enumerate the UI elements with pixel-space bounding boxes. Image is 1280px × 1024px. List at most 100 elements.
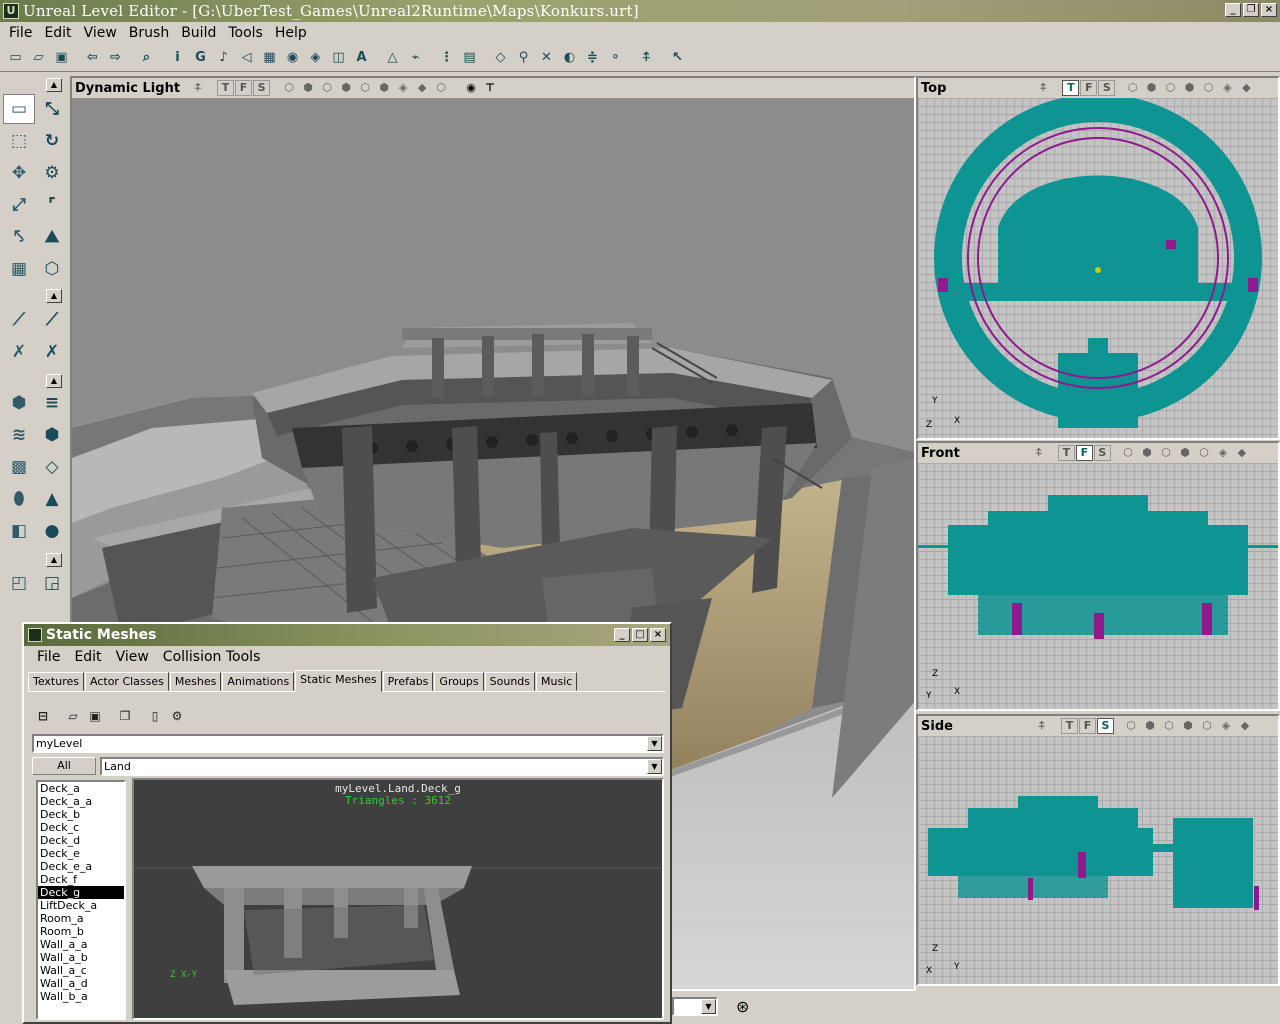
tab-animations[interactable]: Animations (222, 672, 295, 691)
view-lit-icon[interactable]: ⬢ (1176, 445, 1194, 461)
minimize-button[interactable]: _ (614, 628, 630, 642)
viewport-label[interactable]: Side (921, 719, 953, 734)
tab-music[interactable]: Music (536, 672, 578, 691)
list-item[interactable]: Wall_b_a (38, 990, 124, 1003)
side-grid[interactable]: Z X Y (918, 736, 1278, 984)
toggle-f-button[interactable]: F (1075, 445, 1093, 461)
group-combo[interactable]: Land ▼ (100, 757, 664, 776)
spiral-stair-icon[interactable]: ⬢ (36, 420, 68, 450)
save-icon[interactable]: ▣ (50, 47, 73, 69)
viewport-mode-label[interactable]: Dynamic Light (75, 81, 180, 96)
list-item[interactable]: LiftDeck_a (38, 899, 124, 912)
cube-icon[interactable]: ⬡ (36, 254, 68, 284)
menu-help[interactable]: Help (269, 25, 313, 41)
view-dynamic-icon[interactable]: ⬡ (1199, 80, 1217, 96)
cube-brush-icon[interactable]: ⬢ (3, 388, 35, 418)
group-browser-icon[interactable]: G (189, 47, 212, 69)
clip-icon[interactable]: ⟋ (3, 305, 35, 335)
cylinder-icon[interactable]: ⬮ (3, 484, 35, 514)
view-lit-icon[interactable]: ⬢ (1179, 718, 1197, 734)
pin-icon[interactable]: ⍏ (189, 80, 207, 96)
toggle-t-button[interactable]: T (1062, 80, 1080, 96)
mesh-list[interactable]: Deck_a Deck_a_a Deck_b Deck_c Deck_d Deck_e De… (36, 780, 126, 1020)
tab-meshes[interactable]: Meshes (169, 672, 222, 691)
package-combo[interactable]: myLevel ▼ (32, 734, 664, 753)
terrain-brush-icon[interactable]: ▩ (3, 452, 35, 482)
pin-icon[interactable]: ⍏ (1033, 718, 1051, 734)
pin-icon[interactable]: ⍏ (1030, 445, 1048, 461)
list-item[interactable]: Deck_b (38, 808, 124, 821)
scale-icon[interactable]: ⬚ (3, 126, 35, 156)
sphere-icon[interactable]: ● (36, 516, 68, 546)
stair-icon[interactable]: ≡ (36, 388, 68, 418)
tab-textures[interactable]: Textures (28, 672, 84, 691)
list-item[interactable]: Wall_a_a (38, 938, 124, 951)
music-icon[interactable]: ♪ (212, 47, 235, 69)
view-dynamic-icon[interactable]: ⬡ (356, 80, 374, 96)
toggle-f-button[interactable]: F (1078, 718, 1096, 734)
list-item[interactable]: Deck_d (38, 834, 124, 847)
view-depth-icon[interactable]: ◆ (1237, 80, 1255, 96)
view-lighting-icon[interactable]: ◈ (394, 80, 412, 96)
menu-file[interactable]: File (3, 25, 38, 41)
top-grid[interactable]: Y Z X (918, 98, 1278, 438)
build-paths-icon[interactable]: ⋮ (435, 47, 458, 69)
view-zone-icon[interactable]: ⬢ (1142, 80, 1160, 96)
open-package-icon[interactable]: ▱ (62, 705, 84, 727)
curved-stair-icon[interactable]: ≋ (3, 420, 35, 450)
move-icon[interactable]: ✥ (3, 158, 35, 188)
camera-move-icon[interactable]: ▭ (3, 94, 35, 124)
list-item[interactable]: Deck_c (38, 821, 124, 834)
list-item[interactable]: Wall_a_d (38, 977, 124, 990)
minimize-button[interactable]: _ (1225, 3, 1241, 17)
view-texture-icon[interactable]: ⬡ (1157, 445, 1175, 461)
tab-sounds[interactable]: Sounds (484, 672, 536, 691)
volumetric-icon[interactable]: ◧ (3, 516, 35, 546)
all-button[interactable]: All (32, 757, 96, 775)
restore-button[interactable]: ❐ (1243, 3, 1259, 17)
brush-clip-icon[interactable]: ⤢ (3, 190, 35, 220)
font-icon[interactable]: A (350, 47, 373, 69)
list-item[interactable]: Room_b (38, 925, 124, 938)
collapse-modes-button[interactable]: ▲ (46, 78, 62, 92)
open-icon[interactable]: ▱ (27, 47, 50, 69)
tab-groups[interactable]: Groups (434, 672, 484, 691)
build-geometry-icon[interactable]: △ (381, 47, 404, 69)
maximize-button[interactable]: □ (632, 628, 648, 642)
lock-view-icon[interactable]: ⊤ (481, 80, 499, 96)
dock-icon[interactable]: ⊟ (32, 705, 54, 727)
toggle-f-button[interactable]: F (1080, 80, 1098, 96)
collapse-csg-button[interactable]: ▲ (46, 553, 62, 567)
save-package-icon[interactable]: ▣ (84, 705, 106, 727)
menu-edit[interactable]: Edit (38, 25, 77, 41)
view-wireframe-icon[interactable]: ⬡ (280, 80, 298, 96)
new-icon[interactable]: ▭ (4, 47, 27, 69)
sm-menu-file[interactable]: File (30, 649, 67, 665)
list-item[interactable]: Deck_a (38, 782, 124, 795)
static-mesh-icon[interactable]: ◈ (304, 47, 327, 69)
list-item[interactable]: Room_a (38, 912, 124, 925)
pin-icon[interactable]: ⍏ (1034, 80, 1052, 96)
collapse-brushes-button[interactable]: ▲ (46, 374, 62, 388)
sound-icon[interactable]: ◁ (235, 47, 258, 69)
side-viewport[interactable]: Side ⍏ T F S ⬡ ⬢ ⬡ ⬢ ⬡ ◈ ◆ Z X Y (916, 714, 1280, 986)
select-icon[interactable]: ↖ (666, 47, 689, 69)
matinee-icon[interactable]: ⤣ (3, 222, 35, 252)
grid-size-combo[interactable]: ▼ (672, 997, 718, 1016)
view-lit-icon[interactable]: ⬢ (1180, 80, 1198, 96)
menu-build[interactable]: Build (175, 25, 222, 41)
view-wireframe-icon[interactable]: ⬡ (1122, 718, 1140, 734)
actor-props-icon[interactable]: i (166, 47, 189, 69)
list-item[interactable]: Wall_a_b (38, 951, 124, 964)
toggle-f-button[interactable]: F (235, 80, 253, 96)
chevron-down-icon[interactable]: ▼ (647, 736, 662, 751)
front-viewport[interactable]: Front ⍏ T F S ⬡ ⬢ ⬡ ⬢ ⬡ ◈ ◆ Z Y X (916, 441, 1280, 711)
add-brush-icon[interactable]: ◰ (3, 568, 35, 598)
sliders-icon[interactable]: ≑ (581, 47, 604, 69)
view-lighting-icon[interactable]: ◈ (1217, 718, 1235, 734)
terrain-icon[interactable]: ⚙ (36, 158, 68, 188)
view-wireframe-icon[interactable]: ⬡ (1119, 445, 1137, 461)
view-texture-icon[interactable]: ⬡ (1160, 718, 1178, 734)
tab-actor-classes[interactable]: Actor Classes (85, 672, 169, 691)
new-icon[interactable]: ▯ (144, 705, 166, 727)
